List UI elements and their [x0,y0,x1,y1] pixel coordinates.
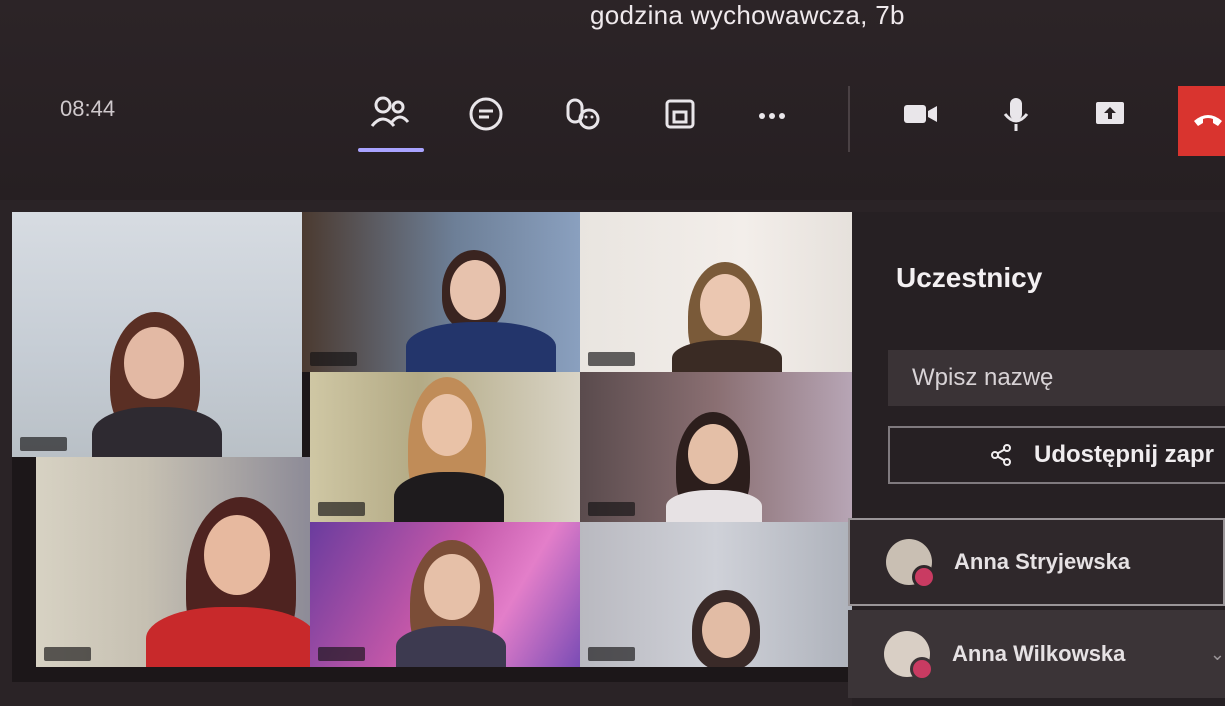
active-indicator [358,148,424,152]
video-tile[interactable] [310,372,580,522]
mic-icon [994,92,1038,136]
breakout-rooms-button[interactable] [654,90,706,138]
hangup-icon [1188,99,1225,144]
rooms-icon [658,92,702,136]
share-invite-label: Udostępnij zapr [1034,441,1215,468]
video-tile[interactable] [580,212,852,372]
participant-name-tag [588,352,636,366]
participants-button[interactable] [364,90,416,138]
toolbar-divider [848,86,850,152]
share-link-icon [990,444,1012,466]
chat-icon [464,92,508,136]
panel-title: Uczestnicy [896,262,1043,293]
participant-name-tag [588,502,636,516]
participant-name-tag [318,647,366,661]
share-icon [1088,92,1132,136]
video-tile[interactable] [12,212,302,457]
search-input[interactable]: Wpisz nazwę [888,350,1225,406]
meeting-timer: 08:44 [60,96,116,121]
video-grid [12,212,852,682]
microphone-button[interactable] [990,90,1042,138]
meeting-toolbar: godzina wychowawcza, 7b 08:44 [0,0,1225,200]
more-actions-button[interactable] [746,90,798,138]
hangup-button[interactable] [1178,86,1225,156]
share-screen-button[interactable] [1084,90,1136,138]
reactions-button[interactable] [556,90,608,138]
video-tile[interactable] [580,372,852,522]
participant-name-tag [44,647,92,661]
camera-icon [898,92,942,136]
participant-name-tag [318,502,366,516]
participant-row[interactable]: Anna Stryjewska [848,518,1225,606]
participant-name-tag [310,352,358,366]
reactions-icon [560,92,604,136]
chat-button[interactable] [460,90,512,138]
avatar [886,539,936,589]
meeting-title: godzina wychowawcza, 7b [590,0,905,30]
chevron-down-icon[interactable]: ⌄ [1210,644,1225,665]
participants-panel: Uczestnicy Wpisz nazwę Udostępnij zapr A… [848,212,1225,706]
camera-button[interactable] [894,90,946,138]
avatar [884,631,934,681]
participant-name: Anna Stryjewska [954,549,1131,574]
video-tile[interactable] [580,522,852,667]
participant-name: Anna Wilkowska [952,641,1126,666]
participant-name-tag [588,647,636,661]
more-icon [750,92,794,136]
status-dot-icon [910,657,934,681]
video-tile[interactable] [36,457,310,667]
people-icon [368,92,412,136]
participant-name-tag [20,437,68,451]
video-tile[interactable] [302,212,580,372]
video-tile[interactable] [310,522,580,667]
status-dot-icon [912,565,936,589]
participant-row[interactable]: Anna Wilkowska ⌄ [848,610,1225,698]
share-invite-button[interactable]: Udostępnij zapr [888,426,1225,484]
